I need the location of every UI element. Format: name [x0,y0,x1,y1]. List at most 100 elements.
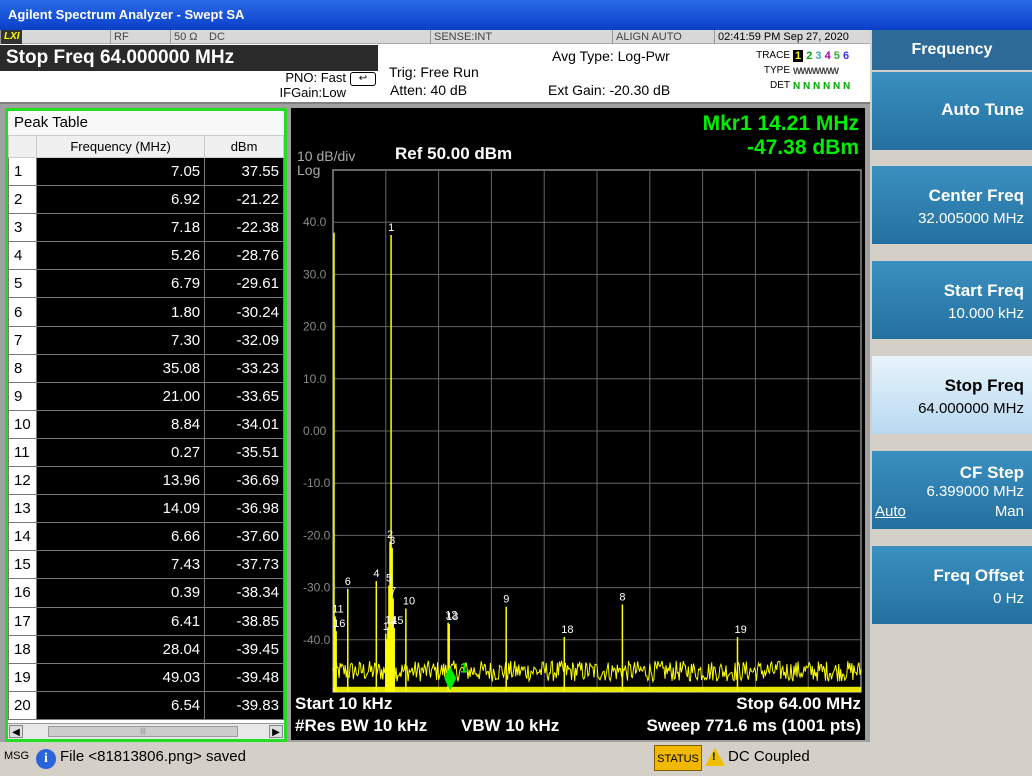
peak-table-row[interactable]: 17 6.41 -38.85 [8,606,284,636]
y-tick-label: 30.0 [303,267,327,281]
peak-label: 18 [561,624,573,636]
peak-frequency: 0.27 [35,437,206,468]
peak-amplitude: -37.73 [204,550,284,580]
peak-table-row[interactable]: 4 5.26 -28.76 [8,241,284,271]
peak-label: 13 [446,611,458,623]
ext-gain-label: Ext Gain: -20.30 dB [548,82,671,98]
trace-label: TRACE [756,50,790,61]
info-bar: LXI RF 50 Ω DC SENSE:INT ALIGN AUTO 02:4… [0,30,870,104]
scroll-right-icon[interactable]: ▶ [269,725,283,738]
freq-offset-softkey[interactable]: Freq Offset 0 Hz [872,546,1032,624]
peak-table-row[interactable]: 5 6.79 -29.61 [8,269,284,299]
peak-frequency: 14.09 [35,494,206,524]
peak-amplitude: -33.23 [204,353,284,383]
auto-tune-softkey[interactable]: Auto Tune [872,72,1032,150]
trace-indicators: 1 2 3 4 5 6 WWWWWW N N N N N N [793,49,850,94]
peak-label: 19 [734,624,746,636]
peak-table-row[interactable]: 15 7.43 -37.73 [8,550,284,580]
status-message: File <81813806.png> saved [60,748,246,765]
peak-amplitude: 37.55 [204,156,284,187]
peak-table-row[interactable]: 3 7.18 -22.38 [8,213,284,243]
peak-table-row[interactable]: 16 0.39 -38.34 [8,578,284,608]
dc-coupled-message: DC Coupled [728,748,810,765]
peak-table-panel: Peak Table Frequency (MHz) dBm 1 7.05 37.5… [5,108,287,742]
status-bar: MSG i File <81813806.png> saved STATUS !… [0,742,1032,776]
peak-frequency: 7.30 [35,325,206,355]
active-function-readout[interactable]: Stop Freq 64.000000 MHz [0,45,378,71]
peak-amplitude: -39.45 [204,634,284,664]
peak-frequency: 7.43 [35,550,206,580]
peak-label: 11 [332,603,343,615]
peak-table-row[interactable]: 11 0.27 -35.51 [8,437,284,468]
datetime-label: 02:41:59 PM Sep 27, 2020 [714,30,870,44]
center-freq-softkey[interactable]: Center Freq 32.005000 MHz [872,166,1032,244]
pno-label: PNO: Fast [285,70,346,85]
sense-label: SENSE:INT [430,30,498,44]
trace-4-digit: 4 [824,50,831,62]
det-label: DET [770,80,790,91]
start-freq-softkey[interactable]: Start Freq 10.000 kHz [872,261,1032,339]
main-panel: Peak Table Frequency (MHz) dBm 1 7.05 37.5… [0,104,870,742]
peak-frequency: 49.03 [35,662,206,692]
y-tick-label: 10.0 [303,372,327,386]
peak-label: 6 [345,576,351,588]
peak-label: 7 [390,586,396,598]
status-button[interactable]: STATUS [654,745,702,771]
peak-table-body[interactable]: 1 7.05 37.55 2 6.92 -21.22 3 7.18 -22.38 4 5.26 -28… [8,156,284,720]
peak-table-row[interactable]: 9 21.00 -33.65 [8,381,284,411]
peak-frequency: 7.05 [35,156,206,187]
start-freq-value: 10.000 kHz [948,305,1024,322]
trace-1-digit: 1 [793,50,804,62]
peak-table-row[interactable]: 6 1.80 -30.24 [8,297,284,327]
peak-table-row[interactable]: 2 6.92 -21.22 [8,185,284,215]
peak-table-row[interactable]: 10 8.84 -34.01 [8,409,284,439]
peak-index: 13 [8,494,37,524]
scrollbar-thumb[interactable]: ||| [48,726,238,737]
softkey-menu-title: Frequency [872,30,1032,70]
stop-freq-softkey[interactable]: Stop Freq 64.000000 MHz [872,356,1032,434]
scroll-left-icon[interactable]: ◀ [9,725,23,738]
peak-table-row[interactable]: 12 13.96 -36.69 [8,466,284,496]
lxi-badge: LXI [0,30,22,44]
peak-table-title: Peak Table [8,111,284,135]
peak-label: 16 [333,618,345,630]
peak-label: 9 [503,594,509,606]
softkey-panel: Frequency Auto Tune Center Freq 32.00500… [872,30,1032,742]
center-freq-value: 32.005000 MHz [918,210,1024,227]
cf-step-man-option[interactable]: Man [995,503,1024,520]
peak-table[interactable]: Frequency (MHz) dBm 1 7.05 37.55 2 6.92 -21.2… [8,135,284,720]
peak-table-row[interactable]: 8 35.08 -33.23 [8,353,284,383]
cf-step-softkey[interactable]: CF Step 6.399000 MHz Auto Man [872,451,1032,529]
trace-floor-fill [333,686,861,692]
trace-6-digit: 6 [842,50,850,62]
y-tick-label: 40.0 [303,215,327,229]
y-tick-label: -10.0 [303,476,331,490]
cf-step-auto-option[interactable]: Auto [875,503,906,520]
y-tick-label: 0.00 [303,424,327,438]
peak-table-row[interactable]: 7 7.30 -32.09 [8,325,284,355]
peak-label: 17 [383,621,395,633]
sweep-label: Sweep 771.6 ms (1001 pts) [646,716,861,735]
peak-frequency: 8.84 [35,409,206,439]
ifgain-label: IFGain:Low [279,85,346,100]
peak-table-row[interactable]: 14 6.66 -37.60 [8,522,284,552]
peak-label: 8 [619,591,625,603]
peak-index: 10 [8,409,37,439]
peak-frequency: 28.04 [35,634,206,664]
peak-table-row[interactable]: 18 28.04 -39.45 [8,634,284,664]
align-label: ALIGN AUTO [612,30,712,44]
peak-table-row[interactable]: 19 49.03 -39.48 [8,662,284,692]
window-title: Agilent Spectrum Analyzer - Swept SA [0,0,1032,30]
peak-label: 10 [403,596,415,608]
peak-amplitude: -35.51 [204,437,284,468]
peak-index: 9 [8,381,37,411]
peak-table-row[interactable]: 1 7.05 37.55 [8,156,284,187]
avg-type-label: Avg Type: Log-Pwr [552,48,670,64]
peak-table-row[interactable]: 20 6.54 -39.83 [8,690,284,720]
peak-frequency: 35.08 [35,353,206,383]
peak-amplitude: -32.09 [204,325,284,355]
horizontal-scrollbar[interactable]: ◀ ||| ▶ [8,723,284,739]
peak-amplitude: -21.22 [204,185,284,215]
peak-table-row[interactable]: 13 14.09 -36.98 [8,494,284,524]
spectrum-plot[interactable]: 40.0 30.0 20.0 10.0 0.00 -10.0 -20.0 -30.0 -40.0… [291,108,865,740]
